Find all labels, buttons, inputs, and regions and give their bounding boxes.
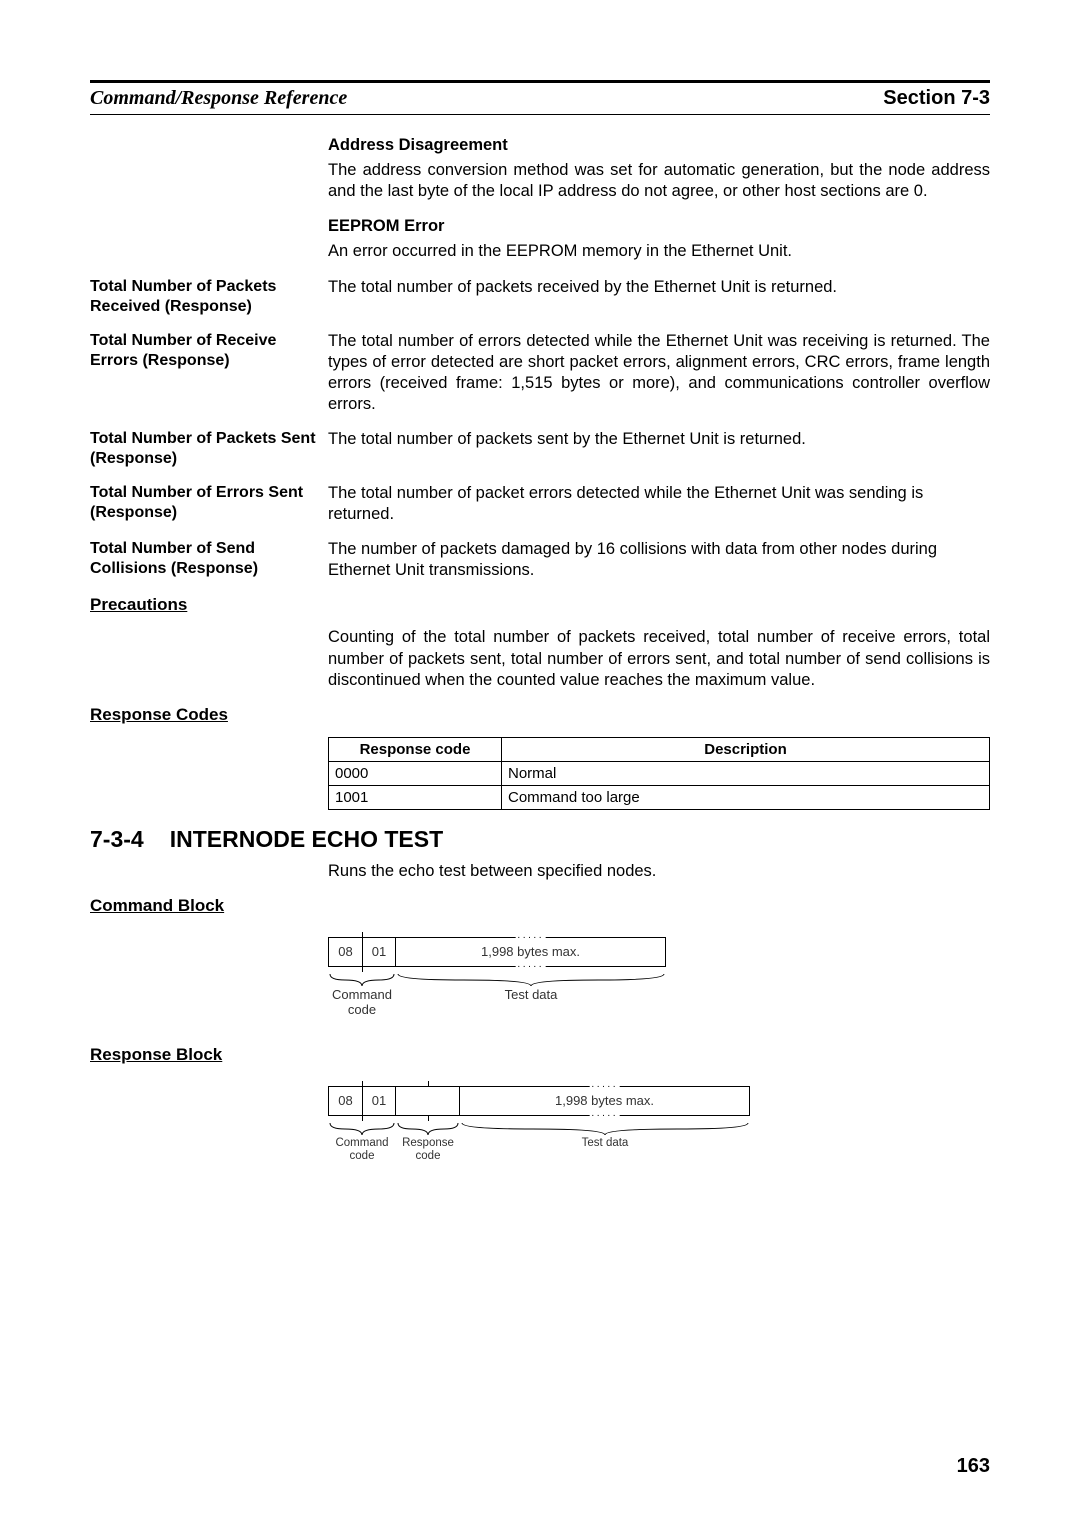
cell-desc: Normal [502, 761, 990, 785]
heading-precautions: Precautions [90, 595, 990, 615]
side-label-4: Total Number of Send Collisions (Respons… [90, 539, 328, 579]
resp-label-test-data: Test data [460, 1137, 750, 1162]
body-text-3: The total number of packet errors detect… [328, 483, 990, 525]
cell-code: 1001 [329, 786, 502, 810]
table-row: 0000 Normal [329, 761, 990, 785]
body-text-4: The number of packets damaged by 16 coll… [328, 539, 990, 581]
side-label-2: Total Number of Packets Sent (Response) [90, 429, 328, 469]
page-number: 163 [957, 1455, 990, 1478]
cmd-label-command-code: Command code [328, 988, 396, 1017]
response-block-diagram: 08 01 1,998 bytes max. ····· ····· [328, 1081, 990, 1162]
side-label-3: Total Number of Errors Sent (Response) [90, 483, 328, 523]
cmd-byte-0: 08 [328, 937, 362, 967]
top-rule-thick [90, 80, 990, 83]
resp-label-command-code: Command code [328, 1137, 396, 1162]
resp-response-code-box [396, 1086, 460, 1116]
subsection-number: 7-3-4 [90, 826, 144, 853]
subsection-intro: Runs the echo test between specified nod… [328, 861, 990, 882]
heading-command-block: Command Block [90, 896, 990, 916]
side-label-1: Total Number of Receive Errors (Response… [90, 331, 328, 371]
header-right: Section 7-3 [883, 87, 990, 110]
body-text-1: The total number of errors detected whil… [328, 331, 990, 415]
resp-byte-1: 01 [362, 1086, 396, 1116]
header-left: Command/Response Reference [90, 87, 347, 110]
cmd-label-test-data: Test data [396, 988, 666, 1017]
cell-code: 0000 [329, 761, 502, 785]
table-header-row: Response code Description [329, 737, 990, 761]
body-address-disagreement: The address conversion method was set fo… [328, 160, 990, 202]
resp-test-data-box: 1,998 bytes max. ····· ····· [460, 1086, 750, 1116]
cmd-byte-1: 01 [362, 937, 396, 967]
top-rule-thin [90, 114, 990, 115]
resp-label-response-code: Response code [396, 1137, 460, 1162]
table-row: 1001 Command too large [329, 786, 990, 810]
heading-address-disagreement: Address Disagreement [328, 135, 990, 156]
body-text-0: The total number of packets received by … [328, 277, 990, 298]
cmd-test-data-box: 1,998 bytes max. ····· ····· [396, 937, 666, 967]
heading-response-codes: Response Codes [90, 705, 990, 725]
cell-desc: Command too large [502, 786, 990, 810]
th-desc: Description [502, 737, 990, 761]
body-precautions: Counting of the total number of packets … [328, 627, 990, 690]
th-code: Response code [329, 737, 502, 761]
heading-response-block: Response Block [90, 1045, 990, 1065]
resp-byte-0: 08 [328, 1086, 362, 1116]
response-codes-table: Response code Description 0000 Normal 10… [328, 737, 990, 811]
subsection-title: INTERNODE ECHO TEST [170, 826, 443, 853]
command-block-diagram: 08 01 1,998 bytes max. ····· ····· [328, 932, 990, 1017]
side-label-0: Total Number of Packets Received (Respon… [90, 277, 328, 317]
heading-eeprom-error: EEPROM Error [328, 216, 990, 237]
body-eeprom-error: An error occurred in the EEPROM memory i… [328, 241, 990, 262]
body-text-2: The total number of packets sent by the … [328, 429, 990, 450]
